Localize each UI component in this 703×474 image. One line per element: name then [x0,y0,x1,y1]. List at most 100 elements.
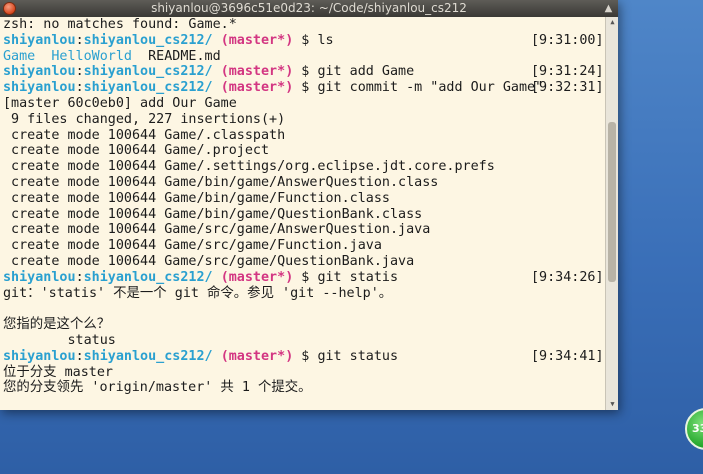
prompt-timestamp: [9:31:00] [531,32,604,48]
prompt-branch: master* [228,64,286,80]
prompt-colon: : [75,269,84,285]
prompt-timestamp: [9:34:41] [531,348,604,364]
prompt-path: shiyanlou_cs212/ [83,64,213,80]
output-line: 您的分支领先 'origin/master' 共 1 个提交。 [3,380,605,396]
prompt-line: shiyanlou:shiyanlou_cs212/ (master*) $ g… [3,349,605,365]
prompt-symbol: $ [293,80,318,96]
prompt-symbol: $ [293,32,318,48]
output-text: create mode 100644 Game/.settings/org.ec… [3,159,495,175]
output-text: create mode 100644 Game/src/game/Functio… [3,238,382,254]
prompt-branch: master* [228,269,286,285]
window-titlebar[interactable]: shiyanlou@3696c51e0d23: ~/Code/shiyanlou… [0,0,618,17]
maximize-icon[interactable]: ▲ [603,3,614,14]
prompt-command: git add Game [317,64,415,80]
output-line: create mode 100644 Game/bin/game/Functio… [3,191,605,207]
scroll-up-icon[interactable]: ▲ [608,18,617,27]
prompt-user: shiyanlou [3,80,76,96]
output-text: create mode 100644 Game/src/game/AnswerQ… [3,222,431,238]
prompt-paren-open: ( [220,348,229,364]
prompt-path: shiyanlou_cs212/ [83,80,213,96]
output-line: create mode 100644 Game/bin/game/Questio… [3,207,605,223]
ls-gap [35,49,51,64]
scrollbar-thumb[interactable] [608,122,616,282]
output-text: git：'statis' 不是一个 git 命令。参见 'git --help'… [3,285,393,301]
prompt-paren-open: ( [220,80,229,96]
prompt-timestamp: [9:34:26] [531,269,604,285]
ls-directory: Game [3,48,36,64]
prompt-colon: : [75,64,84,80]
output-text: 您的分支领先 'origin/master' 共 1 个提交。 [3,380,312,396]
output-line: create mode 100644 Game/.classpath [3,128,605,144]
output-line: create mode 100644 Game/src/game/Functio… [3,238,605,254]
prompt-path: shiyanlou_cs212/ [83,348,213,364]
output-line: 9 files changed, 227 insertions(+) [3,112,605,128]
prompt-command: git commit -m "add Our Game" [317,80,544,96]
prompt-colon: : [75,32,84,48]
prompt-paren-open: ( [220,269,229,285]
prompt-paren-open: ( [220,32,229,48]
prompt-user: shiyanlou [3,348,76,364]
output-text: 位于分支 master [3,364,113,380]
output-text: create mode 100644 Game/.classpath [3,127,286,143]
output-line: status [3,333,605,349]
output-text: 9 files changed, 227 insertions(+) [3,111,286,127]
output-line: git：'statis' 不是一个 git 命令。参见 'git --help'… [3,286,605,302]
vertical-scrollbar[interactable]: ▲ ▼ [605,17,618,410]
prompt-path: shiyanlou_cs212/ [83,269,213,285]
prompt-colon: : [75,80,84,96]
prompt-branch: master* [228,80,286,96]
prompt-line: shiyanlou:shiyanlou_cs212/ (master*) $ g… [3,270,605,286]
output-line: 您指的是这个么？ [3,317,605,333]
prompt-colon: : [75,348,84,364]
output-line: zsh: no matches found: Game.* [3,17,605,33]
output-text: create mode 100644 Game/bin/game/AnswerQ… [3,174,439,190]
prompt-path: shiyanlou_cs212/ [83,32,213,48]
prompt-symbol: $ [293,64,318,80]
ls-directory: HelloWorld [51,48,132,64]
output-line: create mode 100644 Game/.settings/org.ec… [3,159,605,175]
output-line: [master 60c0eb0] add Our Game [3,96,605,112]
prompt-command: git status [317,348,399,364]
prompt-paren-open: ( [220,64,229,80]
output-line: create mode 100644 Game/src/game/Questio… [3,254,605,270]
output-line: create mode 100644 Game/.project [3,143,605,159]
prompt-symbol: $ [293,269,318,285]
ls-output-line: Game HelloWorld README.md [3,49,605,65]
close-icon[interactable] [3,2,16,15]
ls-file: README.md [148,48,221,64]
prompt-timestamp: [9:32:31] [531,80,604,96]
prompt-branch: master* [228,32,286,48]
prompt-branch: master* [228,348,286,364]
output-text: zsh: no matches found: Game.* [3,17,237,32]
terminal-output[interactable]: zsh: no matches found: Game.* shiyanlou:s… [0,17,605,410]
prompt-symbol: $ [293,348,318,364]
prompt-line: shiyanlou:shiyanlou_cs212/ (master*) $ l… [3,33,605,49]
prompt-line: shiyanlou:shiyanlou_cs212/ (master*) $ g… [3,80,605,96]
output-text: 您指的是这个么？ [3,317,111,333]
prompt-user: shiyanlou [3,64,76,80]
output-text: create mode 100644 Game/.project [3,143,270,159]
scroll-down-icon[interactable]: ▼ [608,400,617,409]
output-text: status [3,332,116,348]
output-line: 位于分支 master [3,365,605,381]
terminal-window[interactable]: shiyanlou@3696c51e0d23: ~/Code/shiyanlou… [0,0,618,410]
prompt-timestamp: [9:31:24] [531,64,604,80]
prompt-command: git statis [317,269,399,285]
prompt-line: shiyanlou:shiyanlou_cs212/ (master*) $ g… [3,64,605,80]
output-text: create mode 100644 Game/bin/game/Questio… [3,206,423,222]
prompt-user: shiyanlou [3,269,76,285]
output-text: create mode 100644 Game/src/game/Questio… [3,253,415,269]
output-line: create mode 100644 Game/src/game/AnswerQ… [3,222,605,238]
prompt-command: ls [317,32,334,48]
ls-gap [132,49,148,64]
window-title: shiyanlou@3696c51e0d23: ~/Code/shiyanlou… [151,1,467,15]
prompt-user: shiyanlou [3,32,76,48]
output-text: create mode 100644 Game/bin/game/Functio… [3,190,390,206]
output-text: [master 60c0eb0] add Our Game [3,95,237,111]
